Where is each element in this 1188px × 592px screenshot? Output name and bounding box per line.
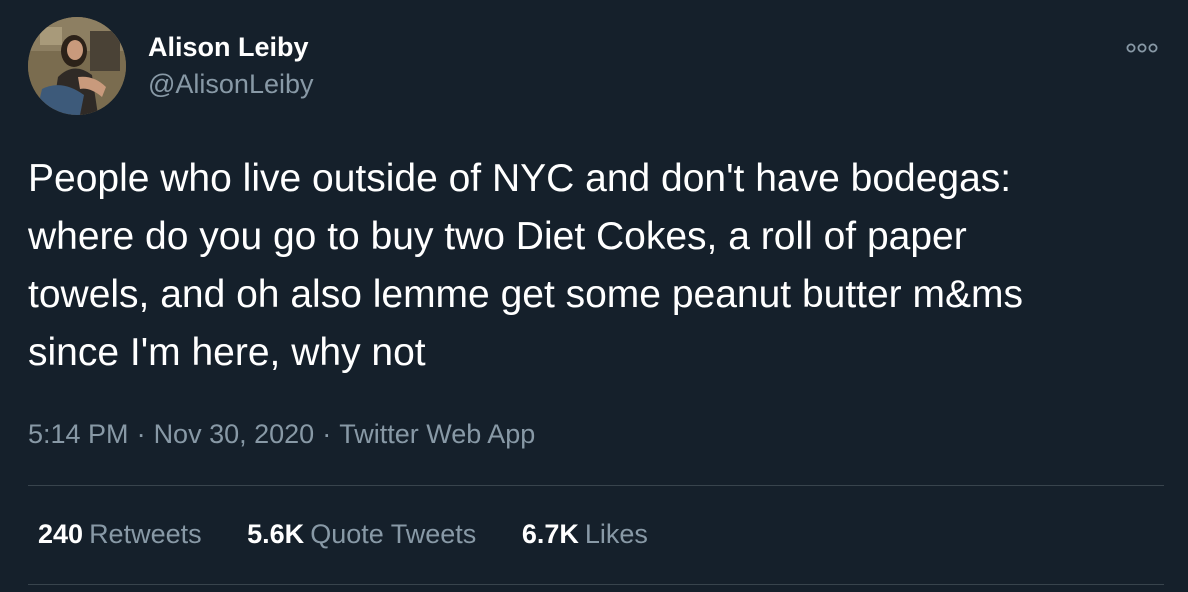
likes-label: Likes [584,519,648,549]
retweets-count: 240 [38,519,84,549]
author-block: Alison Leiby @AlisonLeiby [148,30,314,101]
retweets-label: Retweets [89,519,202,549]
avatar-photo [28,17,126,115]
tweet-metadata: 5:14 PM · Nov 30, 2020 · Twitter Web App [28,416,535,452]
tweet-source[interactable]: Twitter Web App [339,419,535,449]
divider [28,584,1164,585]
divider [28,485,1164,486]
tweet-text: People who live outside of NYC and don't… [28,157,1023,374]
tweet-time[interactable]: 5:14 PM [28,419,129,449]
likes-count: 6.7K [521,519,579,549]
tweet-date[interactable]: Nov 30, 2020 [154,419,315,449]
tweet-card: Alison Leiby @AlisonLeiby People who liv… [0,0,1188,592]
engagement-stats: 240 Retweets 5.6K Quote Tweets 6.7K Likes [38,516,686,552]
more-options-button[interactable] [1122,28,1162,68]
user-handle[interactable]: @AlisonLeiby [148,67,314,101]
more-options-icon [1126,43,1158,53]
display-name[interactable]: Alison Leiby [148,30,314,64]
meta-separator: · [322,419,332,449]
quote-tweets-count: 5.6K [247,519,305,549]
avatar[interactable] [28,17,126,115]
quote-tweets-label: Quote Tweets [310,519,477,549]
quote-tweets-stat[interactable]: 5.6K Quote Tweets [247,516,476,552]
retweets-stat[interactable]: 240 Retweets [38,516,202,552]
meta-separator: · [136,419,146,449]
likes-stat[interactable]: 6.7K Likes [522,516,648,552]
